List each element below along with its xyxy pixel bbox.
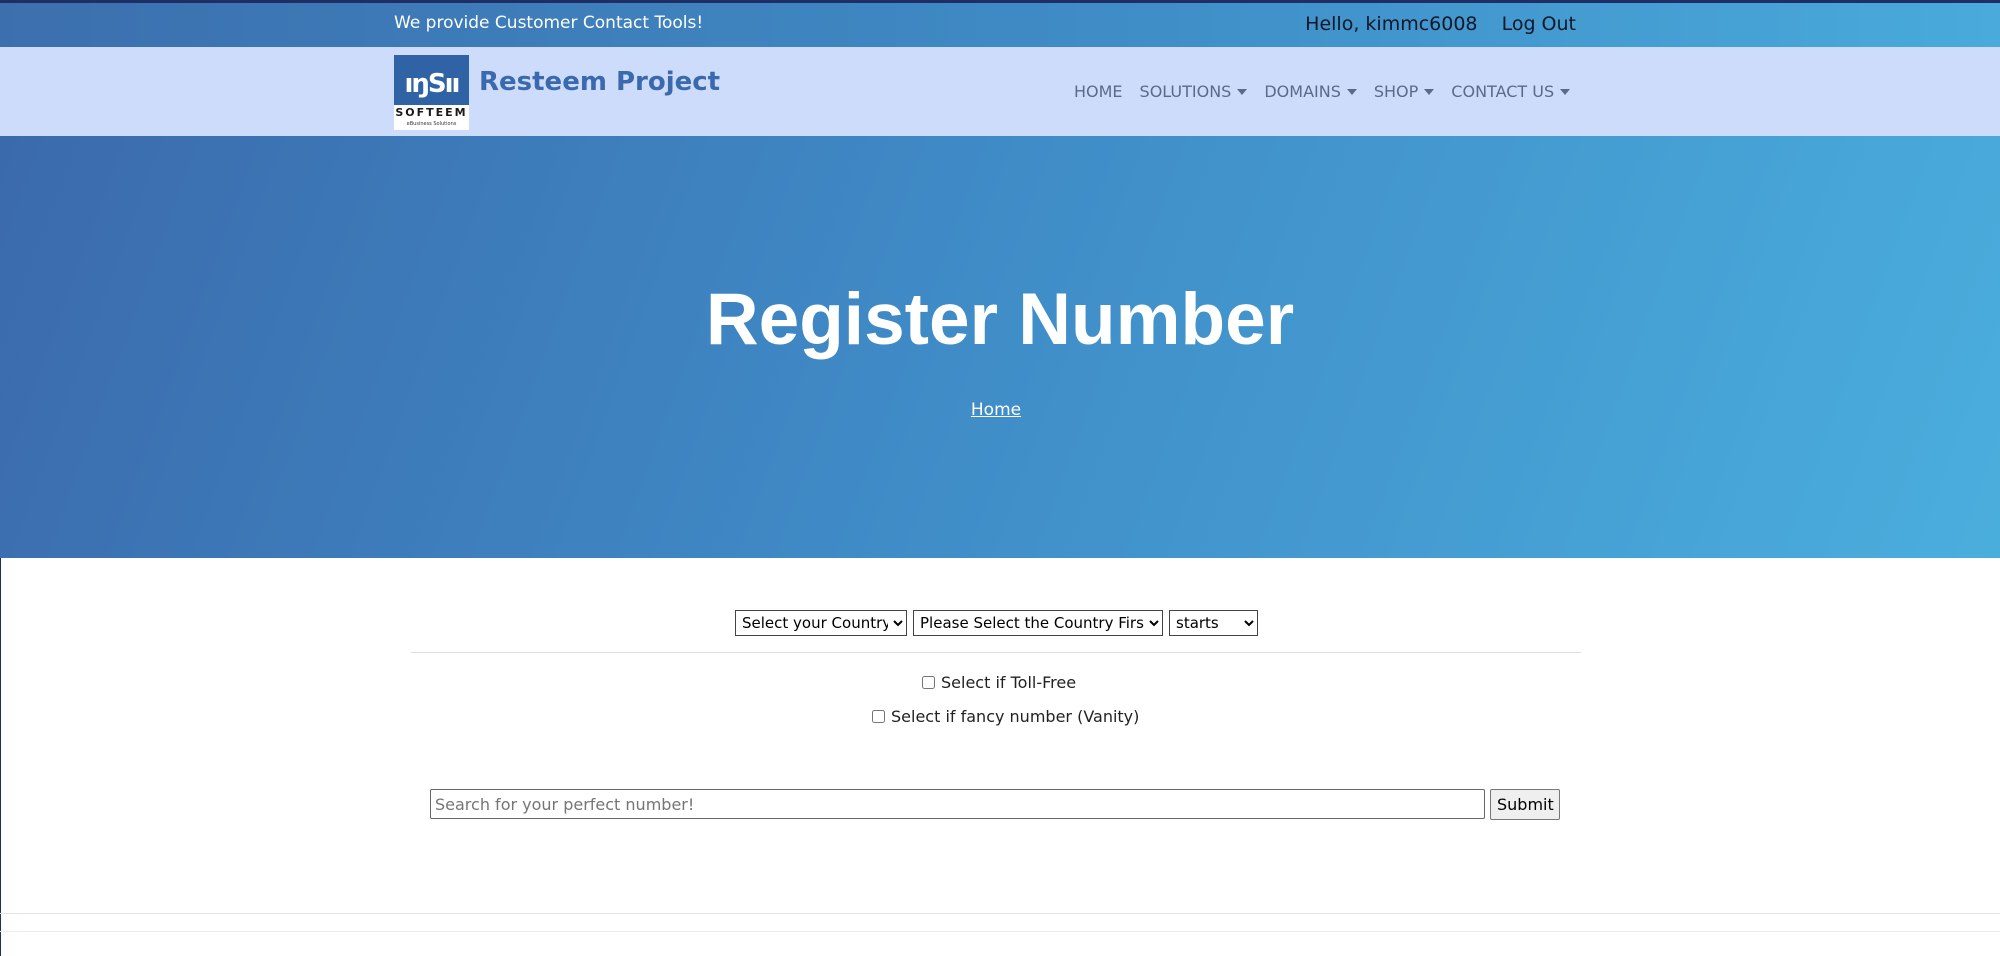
breadcrumb-home[interactable]: Home [0, 400, 1992, 420]
top-bar: We provide Customer Contact Tools! Hello… [0, 0, 2000, 47]
vanity-checkbox[interactable] [872, 710, 885, 723]
user-area: Hello, kimmc6008 Log Out [1287, 13, 1576, 35]
caret-down-icon [1237, 89, 1248, 95]
tollfree-checkbox[interactable] [922, 676, 935, 689]
tollfree-label: Select if Toll-Free [941, 673, 1077, 692]
nav-contact-label: CONTACT US [1451, 82, 1555, 101]
nav-home-label: HOME [1074, 82, 1123, 101]
vanity-option[interactable]: Select if fancy number (Vanity) [872, 707, 1139, 726]
tollfree-option[interactable]: Select if Toll-Free [922, 673, 1076, 692]
nav-solutions[interactable]: SOLUTIONS [1140, 82, 1248, 101]
match-type-select[interactable]: starts [1169, 610, 1258, 636]
nav-domains[interactable]: DOMAINS [1264, 82, 1357, 101]
area-select[interactable]: Please Select the Country First [913, 610, 1163, 636]
number-search-input[interactable] [430, 789, 1485, 819]
number-filters: Select your Country Please Select the Co… [735, 610, 1258, 636]
submit-button[interactable]: Submit [1490, 789, 1560, 820]
logo-mark-icon: ıŋSıı [404, 69, 461, 99]
nav-shop[interactable]: SHOP [1373, 82, 1435, 101]
logo-name: SOFTEEM [395, 106, 468, 119]
country-select[interactable]: Select your Country [735, 610, 907, 636]
hero-banner: Register Number Home [0, 136, 2000, 558]
navbar: ıŋSıı SOFTEEM eBusiness Solutions Restee… [0, 47, 2000, 136]
nav-home[interactable]: HOME [1074, 82, 1123, 101]
caret-down-icon [1424, 89, 1435, 95]
softeem-logo[interactable]: ıŋSıı SOFTEEM eBusiness Solutions [394, 55, 469, 130]
nav-solutions-label: SOLUTIONS [1139, 82, 1232, 101]
caret-down-icon [1346, 89, 1357, 95]
user-greeting: Hello, kimmc6008 [1305, 13, 1478, 35]
divider [0, 931, 2000, 932]
divider [411, 652, 1581, 653]
divider [0, 913, 2000, 914]
caret-down-icon [1560, 89, 1571, 95]
main-menu: HOME SOLUTIONS DOMAINS SHOP CONTACT US [1074, 82, 1587, 101]
nav-contact[interactable]: CONTACT US [1451, 82, 1571, 101]
tagline: We provide Customer Contact Tools! [394, 13, 704, 33]
page-title: Register Number [705, 279, 1295, 360]
logo-sub: eBusiness Solutions [406, 121, 457, 127]
logout-link[interactable]: Log Out [1502, 13, 1576, 35]
vanity-label: Select if fancy number (Vanity) [891, 707, 1140, 726]
nav-shop-label: SHOP [1373, 82, 1419, 101]
nav-domains-label: DOMAINS [1264, 82, 1341, 101]
site-title[interactable]: Resteem Project [479, 67, 720, 97]
